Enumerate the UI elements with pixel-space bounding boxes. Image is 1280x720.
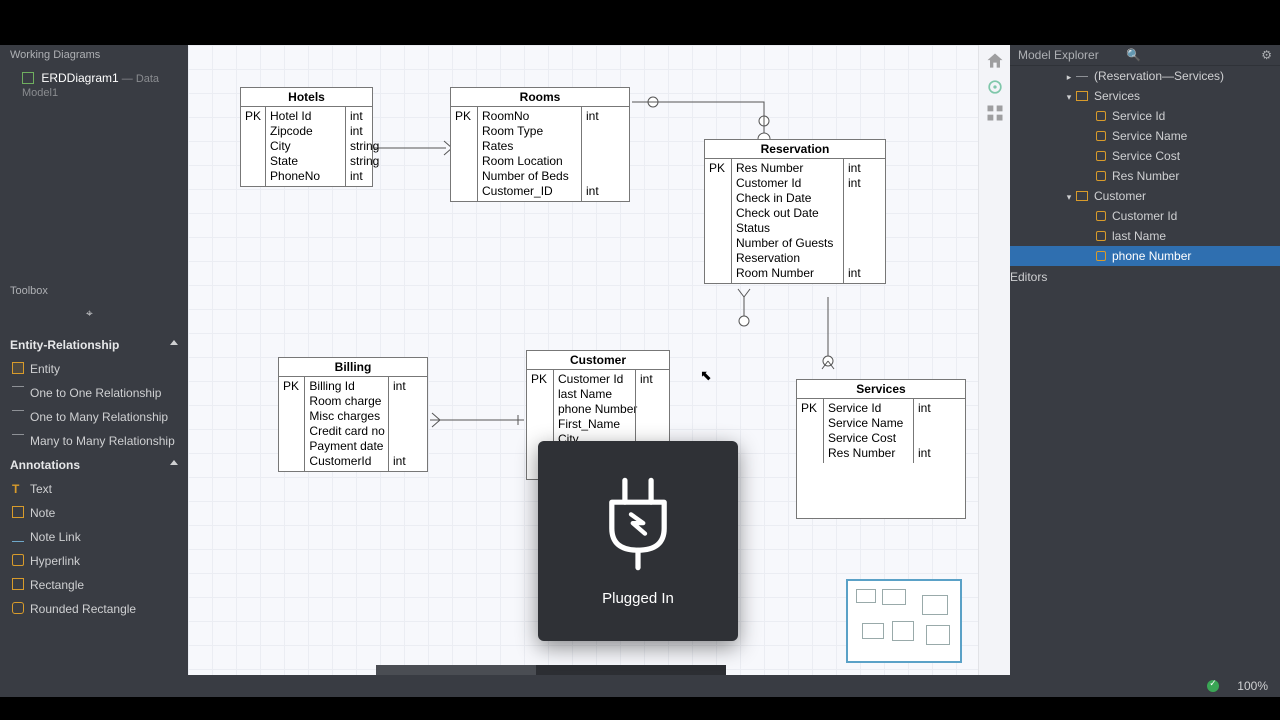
- tree-row-col[interactable]: Service Id: [1010, 106, 1280, 126]
- relationship-icon: [12, 410, 24, 422]
- tree-row-col[interactable]: Res Number: [1010, 166, 1280, 186]
- tool-hyperlink[interactable]: Hyperlink: [0, 549, 188, 573]
- column-icon: [1096, 211, 1106, 221]
- scrollbar-thumb[interactable]: [376, 665, 536, 675]
- right-tool-strip: [978, 45, 1010, 675]
- tree-row-col[interactable]: Service Cost: [1010, 146, 1280, 166]
- entity-title: Billing: [279, 358, 427, 377]
- entity-title: Hotels: [241, 88, 372, 107]
- editors-header: Editors: [1010, 270, 1280, 284]
- relationship-icon: [12, 386, 24, 398]
- tool-one-to-one[interactable]: One to One Relationship: [0, 381, 188, 405]
- text-icon: T: [12, 482, 24, 494]
- column-icon: [1096, 151, 1106, 161]
- collapse-icon: [170, 460, 178, 465]
- column-icon: [1096, 131, 1106, 141]
- model-explorer-header: Model Explorer 🔍 ⚙: [1010, 45, 1280, 66]
- tree-row-col[interactable]: last Name: [1010, 226, 1280, 246]
- model-tree: (Reservation—Services) Services Service …: [1010, 66, 1280, 266]
- note-icon: [12, 506, 24, 518]
- section-entity-relationship[interactable]: Entity-Relationship: [0, 333, 188, 357]
- toast-label: Plugged In: [602, 590, 674, 607]
- entity-services[interactable]: Services PK Service Id Service Name Serv…: [796, 379, 966, 519]
- tree-row-services[interactable]: Services: [1010, 86, 1280, 106]
- collapse-icon: [170, 340, 178, 345]
- status-ok-icon: [1207, 680, 1219, 692]
- minimap[interactable]: [846, 579, 962, 663]
- tree-row-reservation-services[interactable]: (Reservation—Services): [1010, 66, 1280, 86]
- entity-title: Customer: [527, 351, 669, 370]
- tool-rounded-rectangle[interactable]: Rounded Rectangle: [0, 597, 188, 621]
- tree-row-col[interactable]: Customer Id: [1010, 206, 1280, 226]
- note-link-icon: [12, 530, 24, 542]
- left-panel: Working Diagrams ERDDiagram1 — Data Mode…: [0, 45, 188, 675]
- entity-icon: [1076, 91, 1088, 101]
- entity-title: Rooms: [451, 88, 629, 107]
- horizontal-scrollbar[interactable]: [376, 665, 726, 675]
- entity-icon: [12, 362, 24, 374]
- entity-title: Reservation: [705, 140, 885, 159]
- tool-note-link[interactable]: Note Link: [0, 525, 188, 549]
- column-icon: [1096, 171, 1106, 181]
- status-bar: 100%: [0, 675, 1280, 697]
- search-icon[interactable]: 🔍: [1126, 48, 1141, 62]
- relationship-icon: [1076, 76, 1088, 77]
- target-icon[interactable]: [985, 77, 1005, 97]
- working-diagrams-header: Working Diagrams: [0, 45, 188, 65]
- column-icon: [1096, 251, 1106, 261]
- plug-icon: [593, 476, 683, 572]
- entity-rooms[interactable]: Rooms PK RoomNo Room Type Rates Room Loc…: [450, 87, 630, 202]
- diagram-icon: [22, 72, 34, 84]
- tree-row-customer[interactable]: Customer: [1010, 186, 1280, 206]
- tool-text[interactable]: TText: [0, 477, 188, 501]
- tool-rectangle[interactable]: Rectangle: [0, 573, 188, 597]
- diagram-tree-item[interactable]: ERDDiagram1 — Data Model1: [0, 65, 188, 105]
- toolbox-header: Toolbox: [0, 281, 188, 301]
- column-icon: [1096, 111, 1106, 121]
- toolbox-selection[interactable]: ⌖: [0, 303, 188, 329]
- entity-billing[interactable]: Billing PK Billing Id Room charge Misc c…: [278, 357, 428, 472]
- entity-title: Services: [797, 380, 965, 399]
- entity-icon: [1076, 191, 1088, 201]
- rectangle-icon: [12, 578, 24, 590]
- tool-note[interactable]: Note: [0, 501, 188, 525]
- home-icon[interactable]: [985, 51, 1005, 71]
- tree-row-col[interactable]: Service Name: [1010, 126, 1280, 146]
- right-panel: Model Explorer 🔍 ⚙ (Reservation—Services…: [1010, 45, 1280, 675]
- pointer-icon: ⌖: [86, 306, 93, 321]
- entity-reservation[interactable]: Reservation PK Res Number Customer Id Ch…: [704, 139, 886, 284]
- zoom-label[interactable]: 100%: [1237, 679, 1268, 693]
- column-icon: [1096, 231, 1106, 241]
- hyperlink-icon: [12, 554, 24, 566]
- entity-hotels[interactable]: Hotels PK Hotel Id Zipcode City State Ph…: [240, 87, 373, 187]
- notification-toast: Plugged In: [538, 441, 738, 641]
- rounded-rectangle-icon: [12, 602, 24, 614]
- cursor-icon: ⬉: [700, 367, 712, 384]
- tool-one-to-many[interactable]: One to Many Relationship: [0, 405, 188, 429]
- relationship-icon: [12, 434, 24, 446]
- settings-icon[interactable]: ⚙: [1261, 48, 1272, 62]
- tree-row-col-selected[interactable]: phone Number: [1010, 246, 1280, 266]
- tool-many-to-many[interactable]: Many to Many Relationship: [0, 429, 188, 453]
- section-annotations[interactable]: Annotations: [0, 453, 188, 477]
- grid-icon[interactable]: [985, 103, 1005, 123]
- tool-entity[interactable]: Entity: [0, 357, 188, 381]
- diagram-name: ERDDiagram1: [41, 71, 118, 85]
